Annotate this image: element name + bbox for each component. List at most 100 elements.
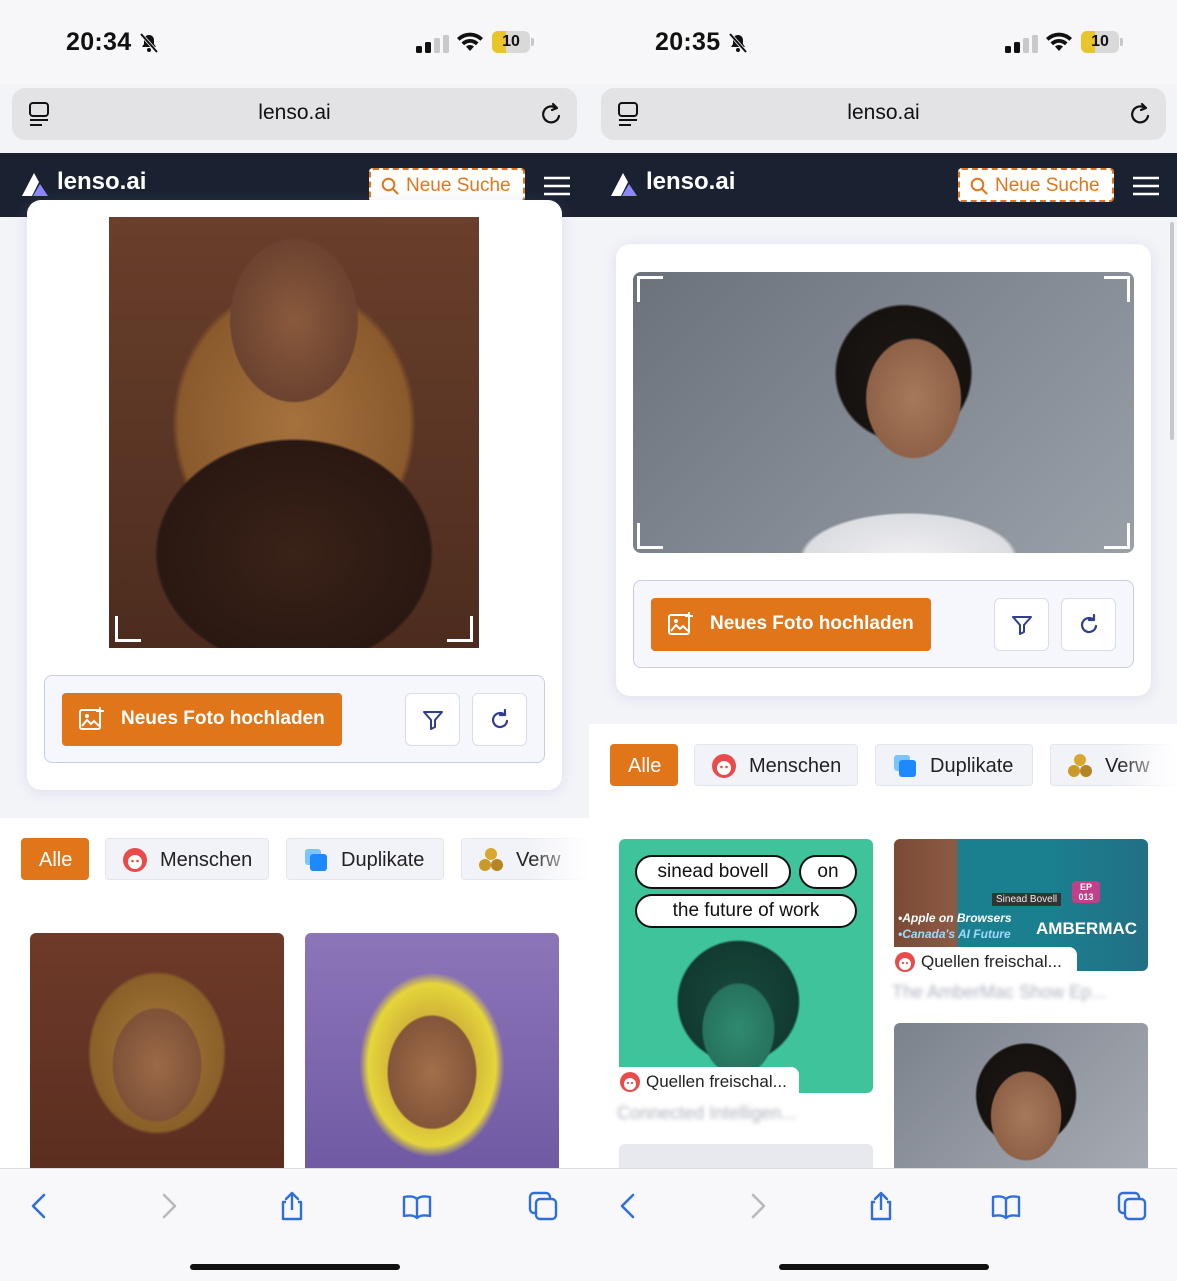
chip-all[interactable]: Alle [21,838,89,880]
refresh-button[interactable] [472,693,527,746]
scrollbar[interactable] [1170,222,1174,440]
share-icon[interactable] [865,1190,897,1222]
logo-icon[interactable] [20,170,50,198]
results-grid [0,904,589,1173]
name-plate: Sinead Bovell [992,893,1062,906]
new-search-button[interactable]: Neue Suche [369,168,525,202]
result-tag: the future of work [635,894,857,928]
right-screen: 20:35 10 lenso.ai lenso.ai Neue Suche Ne… [589,0,1177,1281]
new-search-button[interactable]: Neue Suche [958,168,1114,202]
logo-icon[interactable] [609,170,639,198]
address-bar[interactable]: lenso.ai [601,88,1166,140]
tab-overview-icon[interactable] [527,1190,559,1222]
back-icon[interactable] [24,1190,56,1222]
brand-name[interactable]: lenso.ai [646,168,735,196]
forward-icon[interactable] [152,1190,184,1222]
url-text[interactable]: lenso.ai [12,101,577,125]
reload-icon[interactable] [540,101,564,127]
filter-button[interactable] [994,598,1049,651]
share-icon[interactable] [276,1190,308,1222]
signal-icon [1005,35,1038,53]
result-caption: Connected Intelligen... [617,1103,797,1123]
chip-people[interactable]: Menschen [105,838,269,880]
new-search-label: Neue Suche [406,175,511,196]
result-thumbnail[interactable] [894,1023,1148,1173]
chip-people-label: Menschen [160,849,253,871]
result-thumbnail[interactable] [305,933,559,1173]
result-thumbnail[interactable] [30,933,284,1173]
browser-toolbar [589,1168,1177,1281]
result-thumbnail[interactable]: sinead bovell on the future of work [619,839,873,1093]
image-add-icon [79,707,104,730]
upload-new-photo-button[interactable]: Neues Foto hochladen [62,693,342,746]
signal-icon [416,35,449,53]
reload-icon[interactable] [1129,101,1153,127]
back-icon[interactable] [613,1190,645,1222]
site-header: lenso.ai Neue Suche [589,153,1177,217]
person-face-icon [123,848,147,872]
filter-icon [1012,616,1032,635]
forward-icon[interactable] [741,1190,773,1222]
refresh-icon [492,709,509,729]
search-icon [970,177,988,195]
upload-panel: Neues Foto hochladen [44,675,545,763]
show-title: AMBERMAC [1036,919,1138,938]
chip-people[interactable]: Menschen [694,744,858,786]
similar-icon [1068,754,1092,777]
image-add-icon [668,612,693,635]
chip-all[interactable]: Alle [610,744,678,786]
duplicate-icon [894,755,916,777]
bookmarks-icon[interactable] [401,1190,433,1222]
results-grid: sinead bovell on the future of work Quel… [589,810,1177,1174]
upload-new-photo-button[interactable]: Neues Foto hochladen [651,598,931,651]
source-badge[interactable]: Quellen freischal... [619,1067,799,1097]
wifi-icon [457,32,483,51]
result-tag: on [799,855,857,889]
menu-icon[interactable] [543,175,571,197]
chip-duplicates-label: Duplikate [341,849,425,871]
url-text[interactable]: lenso.ai [601,101,1166,125]
status-bar: 20:34 10 [0,0,589,84]
status-bar: 20:35 10 [589,0,1177,84]
refresh-button[interactable] [1061,598,1116,651]
promo-line: •Apple on Browsers [898,911,1012,925]
filter-button[interactable] [405,693,460,746]
source-badge[interactable]: Quellen freischal... [894,947,1077,977]
home-indicator [190,1264,400,1270]
category-filter-bar: Alle Menschen Duplikate Verw [589,724,1177,810]
browser-toolbar [0,1168,589,1281]
uploaded-photo [109,217,479,648]
brand-name[interactable]: lenso.ai [57,168,146,196]
result-caption: The AmberMac Show Ep... [892,982,1107,1002]
result-tag: sinead bovell [635,855,791,889]
bookmarks-icon[interactable] [990,1190,1022,1222]
bell-slash-icon [729,33,747,53]
refresh-icon [1081,614,1098,634]
upload-button-label: Neues Foto hochladen [121,708,325,729]
promo-line: •Canada's AI Future [898,927,1011,941]
chip-people-label: Menschen [749,755,842,777]
battery-icon: 10 [1081,31,1123,53]
new-search-label: Neue Suche [995,175,1100,196]
filter-icon [423,711,443,730]
home-indicator [779,1264,989,1270]
left-screen: 20:34 10 lenso.ai lenso.ai Neue Suche Ne… [0,0,589,1281]
battery-icon: 10 [492,31,534,53]
uploaded-photo [633,272,1134,553]
chip-duplicates-label: Duplikate [930,755,1014,777]
category-filter-bar: Alle Menschen Duplikate Verw [0,818,589,904]
chip-duplicates[interactable]: Duplikate [286,838,444,880]
address-bar[interactable]: lenso.ai [12,88,577,140]
search-icon [381,177,399,195]
source-badge-label: Quellen freischal... [921,952,1062,971]
tab-overview-icon[interactable] [1116,1190,1148,1222]
upload-button-label: Neues Foto hochladen [710,613,914,634]
wifi-icon [1046,32,1072,51]
person-face-icon [895,952,915,972]
source-badge-label: Quellen freischal... [646,1072,787,1091]
menu-icon[interactable] [1132,175,1160,197]
chip-all-label: Alle [39,849,73,871]
chip-all-label: Alle [628,755,662,777]
battery-level: 10 [1091,33,1109,50]
chip-duplicates[interactable]: Duplikate [875,744,1033,786]
